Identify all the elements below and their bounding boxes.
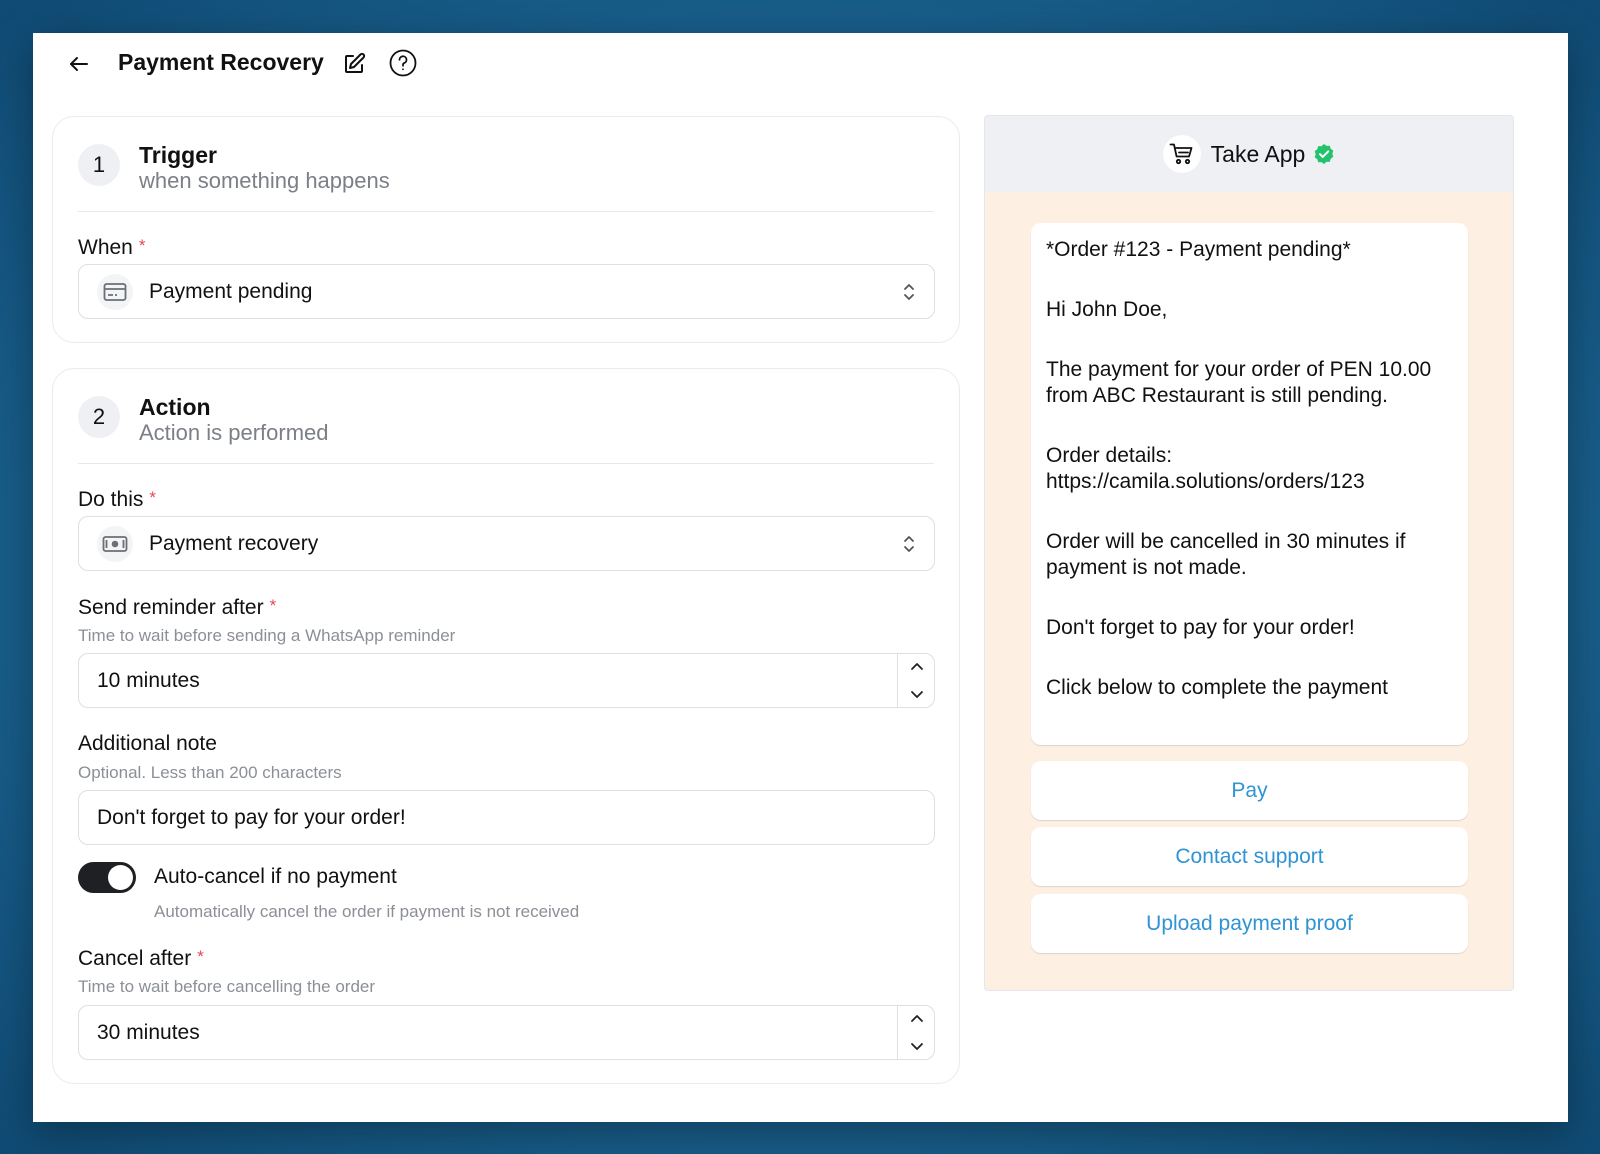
arrow-left-icon: [70, 57, 88, 71]
increment-button[interactable]: [898, 654, 935, 680]
chevron-down-icon: [910, 1043, 923, 1050]
step-number: 1: [78, 144, 120, 186]
preview-header: Take App: [985, 116, 1513, 192]
auto-cancel-label: Auto-cancel if no payment: [154, 865, 397, 888]
message-line: Click below to complete the payment: [1046, 676, 1388, 699]
action-subtitle: Action is performed: [139, 420, 329, 445]
trigger-card: 1 Trigger when something happens When * P…: [52, 116, 960, 343]
page-header: Payment Recovery: [33, 33, 1568, 95]
cash-icon: [97, 526, 133, 562]
decrement-button[interactable]: [898, 1033, 935, 1059]
message-preview: Take App *Order #123 - Payment pending* …: [984, 115, 1514, 991]
step-number: 2: [78, 396, 120, 438]
contact-support-button[interactable]: Contact support: [1031, 827, 1468, 886]
cancel-after-help: Time to wait before cancelling the order: [78, 977, 376, 996]
note-input-value: Don't forget to pay for your order!: [97, 806, 406, 829]
message-bubble: *Order #123 - Payment pending* Hi John D…: [1031, 223, 1468, 745]
edit-icon: [345, 52, 366, 73]
increment-button[interactable]: [898, 1006, 935, 1032]
decrement-button[interactable]: [898, 681, 935, 707]
chevron-down-icon: [910, 691, 923, 698]
edit-title-button[interactable]: [339, 49, 369, 79]
message-line: Order details: https://camila.solutions/…: [1046, 444, 1365, 493]
chevron-up-down-icon: [904, 284, 914, 300]
reminder-input-value: 10 minutes: [97, 669, 200, 692]
trigger-title: Trigger: [139, 142, 217, 168]
do-this-select[interactable]: Payment recovery: [78, 516, 935, 571]
chevron-up-icon: [910, 1015, 923, 1022]
action-card: 2 Action Action is performed Do this * Pa…: [52, 368, 960, 1084]
help-button[interactable]: [388, 48, 418, 78]
message-line: Hi John Doe,: [1046, 298, 1168, 321]
auto-cancel-toggle[interactable]: [78, 862, 136, 893]
divider: [78, 463, 934, 464]
cancel-after-number-input[interactable]: 30 minutes: [78, 1005, 935, 1060]
reminder-label: Send reminder after *: [78, 596, 277, 619]
do-this-label: Do this *: [78, 488, 156, 511]
do-this-select-value: Payment recovery: [149, 532, 319, 555]
pay-button[interactable]: Pay: [1031, 761, 1468, 820]
divider: [78, 211, 934, 212]
toggle-knob: [108, 865, 133, 890]
shopping-cart-icon: [1169, 143, 1193, 165]
question-circle-icon: [389, 49, 417, 77]
reminder-help: Time to wait before sending a WhatsApp r…: [78, 626, 456, 645]
cancel-after-label: Cancel after *: [78, 947, 204, 970]
app-name: Take App: [1210, 140, 1306, 167]
note-label: Additional note: [78, 732, 217, 755]
note-input[interactable]: Don't forget to pay for your order!: [78, 790, 935, 845]
message-line: The payment for your order of PEN 10.00 …: [1046, 358, 1432, 407]
auto-cancel-help: Automatically cancel the order if paymen…: [154, 902, 580, 921]
when-label: When *: [78, 236, 146, 259]
cancel-after-input-value: 30 minutes: [97, 1021, 200, 1044]
reminder-number-input[interactable]: 10 minutes: [78, 653, 935, 708]
page-title: Payment Recovery: [118, 49, 324, 75]
verified-badge-icon: [1315, 144, 1334, 164]
back-button[interactable]: [63, 48, 95, 80]
trigger-subtitle: when something happens: [139, 168, 390, 193]
required-mark: *: [197, 947, 204, 966]
credit-card-icon: [97, 274, 133, 310]
required-mark: *: [149, 488, 156, 507]
reminder-stepper: [897, 654, 934, 707]
note-help: Optional. Less than 200 characters: [78, 763, 342, 782]
action-title: Action: [139, 394, 211, 420]
chevron-up-down-icon: [904, 536, 914, 552]
required-mark: *: [138, 236, 146, 255]
cancel-after-stepper: [897, 1006, 934, 1059]
upload-payment-proof-button[interactable]: Upload payment proof: [1031, 894, 1468, 953]
required-mark: *: [269, 596, 277, 615]
when-select-value: Payment pending: [149, 280, 313, 303]
message-line: Order will be cancelled in 30 minutes if…: [1046, 530, 1406, 579]
app-avatar: [1162, 135, 1201, 173]
app-window: Payment Recovery 1 Trigger when somethin…: [33, 33, 1568, 1122]
when-select[interactable]: Payment pending: [78, 264, 935, 319]
message-line: *Order #123 - Payment pending*: [1046, 238, 1351, 261]
message-line: Don't forget to pay for your order!: [1046, 616, 1355, 639]
chevron-up-icon: [910, 663, 923, 670]
